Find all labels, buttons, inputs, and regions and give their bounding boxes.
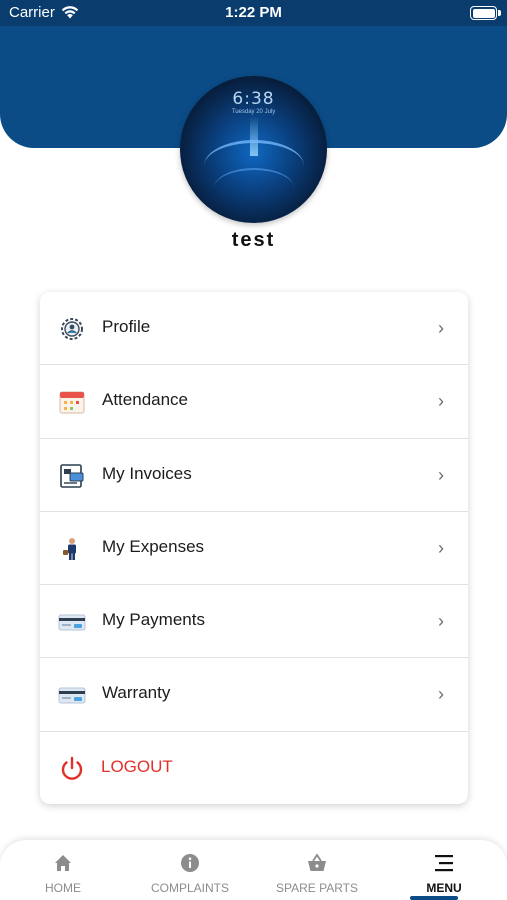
user-name: test: [231, 229, 276, 251]
credit-card-icon: [58, 687, 86, 704]
menu-screen: Carrier 1:22 PM 6:38 Tuesday 20 July tes…: [0, 0, 507, 900]
menu-item-label: Attendance: [102, 390, 189, 410]
nav-item-spare-parts[interactable]: SPARE PARTS: [254, 840, 380, 900]
chevron-right-icon: ›: [438, 318, 444, 338]
menu-item-my-expenses[interactable]: My Expenses ›: [40, 512, 468, 586]
menu-item-label: My Payments: [102, 610, 205, 630]
nav-item-label: MENU: [426, 881, 462, 895]
nav-item-label: HOME: [45, 881, 81, 895]
nav-item-label: SPARE PARTS: [275, 881, 359, 895]
menu-list: Profile › Attendance › My Invoices › My …: [40, 292, 468, 804]
active-tab-indicator: [410, 896, 458, 900]
avatar-date-text: Tuesday 20 July: [231, 109, 276, 115]
basket-icon: [308, 853, 326, 871]
logout-label: LOGOUT: [101, 756, 173, 776]
menu-item-profile[interactable]: Profile ›: [40, 292, 468, 366]
menu-item-my-payments[interactable]: My Payments ›: [40, 585, 468, 659]
menu-item-warranty[interactable]: Warranty ›: [40, 658, 468, 732]
credit-card-icon: [58, 614, 86, 631]
power-icon: [61, 756, 83, 780]
nav-item-label: COMPLAINTS: [150, 881, 229, 895]
menu-item-attendance[interactable]: Attendance ›: [40, 365, 468, 439]
chevron-right-icon: ›: [438, 684, 444, 705]
home-icon: [55, 855, 71, 871]
status-bar: Carrier 1:22 PM: [0, 0, 507, 26]
battery-icon: [470, 6, 497, 20]
menu-item-label: Warranty: [102, 683, 171, 703]
chevron-right-icon: ›: [438, 391, 444, 412]
invoice-icon: [60, 463, 84, 488]
nav-item-complaints[interactable]: COMPLAINTS: [127, 840, 253, 900]
avatar-clock-text: 6:38: [232, 89, 275, 109]
calendar-icon: [59, 391, 85, 414]
menu-item-label: Profile: [102, 317, 151, 336]
nav-item-home[interactable]: HOME: [0, 840, 126, 900]
chevron-right-icon: ›: [438, 537, 444, 558]
nav-item-menu[interactable]: MENU: [381, 840, 507, 900]
menu-icon: [435, 855, 453, 872]
menu-item-label: My Expenses: [102, 536, 205, 556]
menu-item-my-invoices[interactable]: My Invoices ›: [40, 439, 468, 512]
menu-item-label: My Invoices: [102, 463, 192, 483]
info-icon: [181, 854, 199, 872]
avatar[interactable]: 6:38 Tuesday 20 July: [180, 76, 327, 223]
battery-tip: [498, 10, 501, 16]
status-time: 1:22 PM: [225, 4, 282, 21]
bottom-nav: HOME COMPLAINTS SPARE PARTS MENU: [0, 840, 507, 900]
logout-button[interactable]: LOGOUT: [40, 732, 468, 804]
chevron-right-icon: ›: [438, 611, 444, 632]
profile-gear-icon: [61, 318, 83, 340]
businessman-icon: [63, 537, 76, 560]
chevron-right-icon: ›: [438, 464, 444, 485]
